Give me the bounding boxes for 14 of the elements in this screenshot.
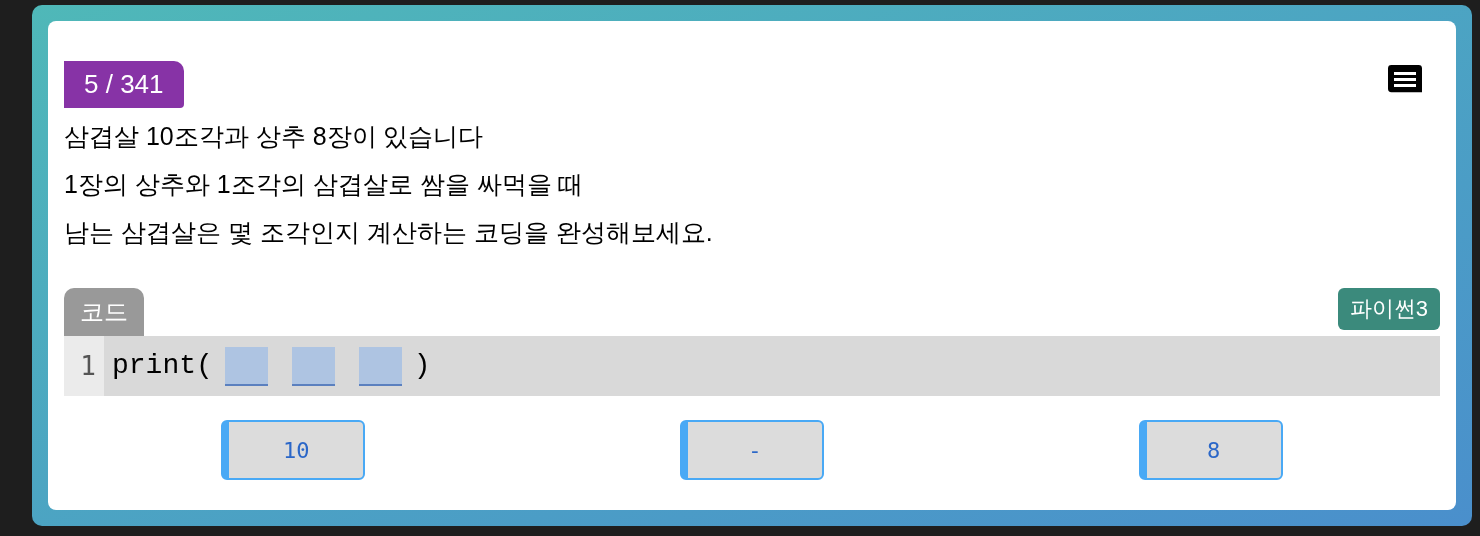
line-number: 1 <box>64 336 104 396</box>
question-text: 1장의 상추와 1조각의 삼겹살로 쌈을 싸먹을 때 <box>64 169 585 200</box>
choice-button[interactable]: 10 <box>221 420 366 480</box>
answer-blank[interactable] <box>358 346 402 386</box>
question-text: 삼겹살 10조각과 상추 8장이 있습니다 <box>64 121 485 152</box>
choice-button[interactable]: 8 <box>1138 420 1283 480</box>
code-text: ) <box>413 349 431 383</box>
question-text: 남는 삼겹살은 몇 조각인지 계산하는 코딩을 완성해보세요. <box>64 217 714 248</box>
language-badge: 파이썬3 <box>1337 288 1440 330</box>
choice-button[interactable]: - <box>680 420 824 480</box>
progress-badge: 5 / 341 <box>64 61 184 108</box>
answer-blank[interactable] <box>291 346 335 386</box>
answer-blank[interactable] <box>224 346 268 386</box>
code-text: print( <box>112 349 213 383</box>
